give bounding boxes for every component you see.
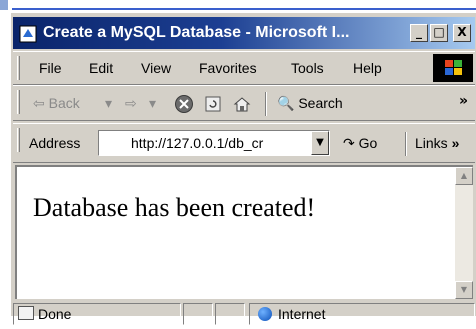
scroll-up-icon[interactable]: ▲ [455,167,473,185]
back-arrow-icon: ⇦ [33,95,45,111]
status-text-cell: Done [13,303,181,325]
status-zone: Internet [278,306,326,322]
background-page-icon [0,0,8,10]
search-label: Search [298,95,343,111]
back-dropdown-icon[interactable]: ▾ [105,86,112,120]
globe-icon [258,307,272,321]
vertical-scrollbar[interactable]: ▲ ▼ [455,167,473,299]
status-cell-empty-1 [183,303,213,325]
menu-favorites[interactable]: Favorites [199,52,257,84]
toolbar-separator [265,92,267,116]
status-cell-empty-2 [215,303,245,325]
forward-button[interactable]: ⇨ [125,86,137,120]
toolbar-more-chevron-icon[interactable]: » [459,86,468,116]
back-label: Back [48,95,80,111]
maximize-button[interactable]: □ [430,24,448,42]
menu-view[interactable]: View [141,52,171,84]
links-label: Links [415,135,448,151]
search-button[interactable]: 🔍 Search [277,86,343,120]
scroll-down-icon[interactable]: ▼ [455,281,473,299]
background-window-strip [0,0,476,12]
status-zone-cell: Internet [249,303,475,325]
menu-tools[interactable]: Tools [291,52,324,84]
status-text: Done [38,306,72,322]
address-input[interactable]: http://127.0.0.1/db_cr [98,130,330,156]
address-dropdown-icon[interactable]: ▼ [311,131,329,155]
go-arrow-icon: ↷ [343,135,355,151]
page-done-icon [18,306,34,320]
standard-toolbar: ⇦ Back ▾ ⇨ ▾ 🔍 Search » [13,85,475,121]
go-label: Go [358,135,378,151]
links-button[interactable]: Links » [415,124,459,162]
home-icon[interactable] [233,86,251,120]
menu-file[interactable]: File [39,52,62,84]
menu-edit[interactable]: Edit [89,52,113,84]
window-title: Create a MySQL Database - Microsoft I... [43,24,350,41]
title-bar[interactable]: Create a MySQL Database - Microsoft I...… [13,17,475,49]
windows-logo-icon [433,54,473,82]
menu-bar: File Edit View Favorites Tools Help [13,51,475,85]
address-label: Address [29,135,81,151]
close-button[interactable]: X [453,24,471,42]
minimize-button[interactable]: _ [410,24,428,42]
back-button[interactable]: ⇦ Back [33,86,80,120]
search-icon: 🔍 [277,95,295,111]
links-separator [405,132,407,156]
stop-icon[interactable] [175,95,193,113]
forward-arrow-icon: ⇨ [125,95,137,111]
ie-page-icon [19,25,37,43]
address-bar-grip[interactable] [17,128,20,152]
go-button[interactable]: ↷ Go [343,124,377,162]
links-more-chevron-icon: » [451,135,460,151]
background-link-underline [12,8,476,10]
menu-bar-grip[interactable] [17,56,20,80]
status-bar: Done Internet [13,301,475,329]
forward-dropdown-icon[interactable]: ▾ [149,86,156,120]
address-bar: Address http://127.0.0.1/db_cr ▼ ↷ Go Li… [13,123,475,163]
toolbar-grip[interactable] [17,90,20,114]
refresh-icon[interactable] [205,86,221,120]
page-message: Database has been created! [33,193,316,222]
menu-help[interactable]: Help [353,52,382,84]
browser-window: Create a MySQL Database - Microsoft I...… [10,12,476,325]
address-url: http://127.0.0.1/db_cr [131,135,264,151]
page-content: Database has been created! ▲ ▼ [15,165,473,299]
